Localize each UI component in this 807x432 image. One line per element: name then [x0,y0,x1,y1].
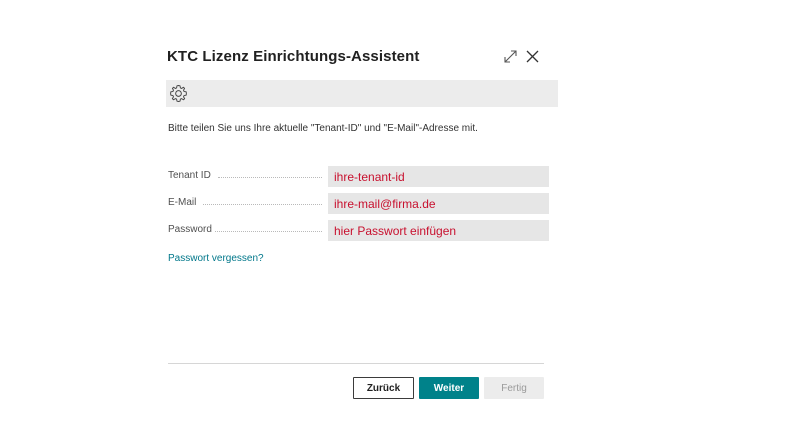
action-toolbar [166,80,558,107]
label-leader [215,231,322,232]
password-label: Password [168,224,212,235]
back-button[interactable]: Zurück [353,377,414,399]
wizard-dialog: KTC Lizenz Einrichtungs-Assistent Bitte … [0,0,807,432]
tenant-id-row: Tenant ID ihre-tenant-id [168,166,549,187]
tenant-id-label: Tenant ID [168,170,211,181]
label-leader [218,177,322,178]
gear-icon[interactable] [169,84,188,103]
expand-icon[interactable] [501,47,519,65]
password-input[interactable]: hier Passwort einfügen [328,220,549,241]
forgot-password-link[interactable]: Passwort vergessen? [168,253,264,264]
tenant-id-input[interactable]: ihre-tenant-id [328,166,549,187]
close-icon[interactable] [523,47,541,65]
email-input[interactable]: ihre-mail@firma.de [328,193,549,214]
password-row: Password hier Passwort einfügen [168,220,549,241]
footer-divider [168,363,544,364]
finish-button[interactable]: Fertig [484,377,544,399]
instruction-text: Bitte teilen Sie uns Ihre aktuelle "Tena… [168,123,478,134]
email-label: E-Mail [168,197,197,208]
email-row: E-Mail ihre-mail@firma.de [168,193,549,214]
label-leader [203,204,322,205]
dialog-title: KTC Lizenz Einrichtungs-Assistent [167,48,420,65]
next-button[interactable]: Weiter [419,377,479,399]
